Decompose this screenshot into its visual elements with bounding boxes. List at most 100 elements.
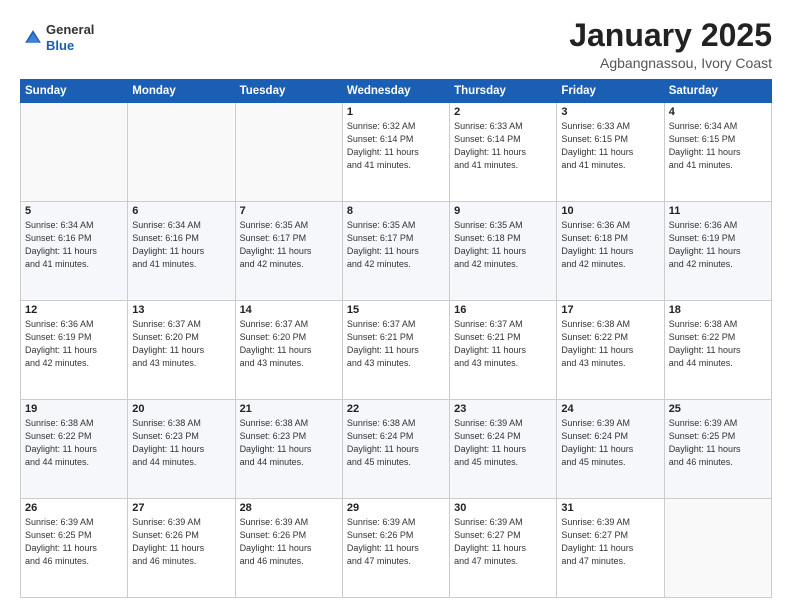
location-subtitle: Agbangnassou, Ivory Coast [569, 55, 772, 71]
day-info: Sunrise: 6:33 AMSunset: 6:14 PMDaylight:… [454, 120, 552, 172]
col-header-saturday: Saturday [664, 80, 771, 103]
day-number: 17 [561, 304, 659, 316]
day-number: 6 [132, 205, 230, 217]
calendar-week-row: 5Sunrise: 6:34 AMSunset: 6:16 PMDaylight… [21, 202, 772, 301]
day-number: 31 [561, 502, 659, 514]
day-info: Sunrise: 6:38 AMSunset: 6:24 PMDaylight:… [347, 417, 445, 469]
day-number: 12 [25, 304, 123, 316]
day-info: Sunrise: 6:37 AMSunset: 6:21 PMDaylight:… [347, 318, 445, 370]
day-info: Sunrise: 6:39 AMSunset: 6:26 PMDaylight:… [240, 516, 338, 568]
calendar-cell: 29Sunrise: 6:39 AMSunset: 6:26 PMDayligh… [342, 499, 449, 598]
day-number: 9 [454, 205, 552, 217]
day-number: 28 [240, 502, 338, 514]
calendar-cell: 31 Sunrise: 6:39 AMSunset: 6:27 PMDayligh… [557, 499, 664, 598]
day-number: 10 [561, 205, 659, 217]
day-number: 7 [240, 205, 338, 217]
calendar-cell: 3 Sunrise: 6:33 AMSunset: 6:15 PMDaylight… [557, 103, 664, 202]
day-number: 4 [669, 106, 767, 118]
day-number: 23 [454, 403, 552, 415]
day-number: 24 [561, 403, 659, 415]
col-header-wednesday: Wednesday [342, 80, 449, 103]
day-number: 15 [347, 304, 445, 316]
day-info: Sunrise: 6:39 AMSunset: 6:24 PMDaylight:… [454, 417, 552, 469]
calendar-cell: 20 Sunrise: 6:38 AMSunset: 6:23 PMDayligh… [128, 400, 235, 499]
calendar-cell: 13Sunrise: 6:37 AMSunset: 6:20 PMDayligh… [128, 301, 235, 400]
day-info: Sunrise: 6:39 AMSunset: 6:24 PMDaylight:… [561, 417, 659, 469]
day-info: Sunrise: 6:39 AMSunset: 6:25 PMDaylight:… [25, 516, 123, 568]
calendar-cell: 12 Sunrise: 6:36 AMSunset: 6:19 PMDayligh… [21, 301, 128, 400]
calendar-cell: 18 Sunrise: 6:38 AMSunset: 6:22 PMDayligh… [664, 301, 771, 400]
calendar-header-row: SundayMondayTuesdayWednesdayThursdayFrid… [21, 80, 772, 103]
calendar-cell: 15 Sunrise: 6:37 AMSunset: 6:21 PMDayligh… [342, 301, 449, 400]
day-info: Sunrise: 6:32 AMSunset: 6:14 PMDaylight:… [347, 120, 445, 172]
logo-line1: General [46, 22, 94, 38]
day-info: Sunrise: 6:38 AMSunset: 6:22 PMDaylight:… [25, 417, 123, 469]
day-info: Sunrise: 6:36 AMSunset: 6:19 PMDaylight:… [669, 219, 767, 271]
calendar-cell: 30 Sunrise: 6:39 AMSunset: 6:27 PMDayligh… [450, 499, 557, 598]
calendar-cell: 19Sunrise: 6:38 AMSunset: 6:22 PMDayligh… [21, 400, 128, 499]
calendar-cell: 10 Sunrise: 6:36 AMSunset: 6:18 PMDayligh… [557, 202, 664, 301]
calendar-cell: 17 Sunrise: 6:38 AMSunset: 6:22 PMDayligh… [557, 301, 664, 400]
calendar-week-row: 26 Sunrise: 6:39 AMSunset: 6:25 PMDayligh… [21, 499, 772, 598]
day-number: 22 [347, 403, 445, 415]
col-header-tuesday: Tuesday [235, 80, 342, 103]
calendar-cell [21, 103, 128, 202]
calendar-cell: 5Sunrise: 6:34 AMSunset: 6:16 PMDaylight… [21, 202, 128, 301]
day-number: 26 [25, 502, 123, 514]
calendar-cell: 1 Sunrise: 6:32 AMSunset: 6:14 PMDaylight… [342, 103, 449, 202]
day-info: Sunrise: 6:38 AMSunset: 6:23 PMDaylight:… [132, 417, 230, 469]
calendar-cell: 6 Sunrise: 6:34 AMSunset: 6:16 PMDaylight… [128, 202, 235, 301]
logo: General Blue [20, 22, 94, 53]
day-number: 18 [669, 304, 767, 316]
day-info: Sunrise: 6:34 AMSunset: 6:16 PMDaylight:… [25, 219, 123, 271]
day-info: Sunrise: 6:39 AMSunset: 6:25 PMDaylight:… [669, 417, 767, 469]
day-info: Sunrise: 6:39 AMSunset: 6:27 PMDaylight:… [454, 516, 552, 568]
day-number: 14 [240, 304, 338, 316]
day-number: 27 [132, 502, 230, 514]
month-title: January 2025 [569, 18, 772, 53]
calendar-cell: 24 Sunrise: 6:39 AMSunset: 6:24 PMDayligh… [557, 400, 664, 499]
day-info: Sunrise: 6:35 AMSunset: 6:18 PMDaylight:… [454, 219, 552, 271]
calendar-cell: 28 Sunrise: 6:39 AMSunset: 6:26 PMDayligh… [235, 499, 342, 598]
day-info: Sunrise: 6:39 AMSunset: 6:26 PMDaylight:… [132, 516, 230, 568]
day-number: 2 [454, 106, 552, 118]
col-header-friday: Friday [557, 80, 664, 103]
day-info: Sunrise: 6:38 AMSunset: 6:23 PMDaylight:… [240, 417, 338, 469]
col-header-thursday: Thursday [450, 80, 557, 103]
logo-icon [22, 27, 44, 49]
day-info: Sunrise: 6:39 AMSunset: 6:27 PMDaylight:… [561, 516, 659, 568]
day-number: 20 [132, 403, 230, 415]
page: General Blue January 2025 Agbangnassou, … [0, 0, 792, 612]
day-info: Sunrise: 6:33 AMSunset: 6:15 PMDaylight:… [561, 120, 659, 172]
calendar-cell: 23 Sunrise: 6:39 AMSunset: 6:24 PMDayligh… [450, 400, 557, 499]
day-number: 25 [669, 403, 767, 415]
day-info: Sunrise: 6:34 AMSunset: 6:16 PMDaylight:… [132, 219, 230, 271]
day-number: 1 [347, 106, 445, 118]
calendar-cell: 25 Sunrise: 6:39 AMSunset: 6:25 PMDayligh… [664, 400, 771, 499]
calendar-cell: 21Sunrise: 6:38 AMSunset: 6:23 PMDayligh… [235, 400, 342, 499]
calendar-week-row: 19Sunrise: 6:38 AMSunset: 6:22 PMDayligh… [21, 400, 772, 499]
calendar-table: SundayMondayTuesdayWednesdayThursdayFrid… [20, 79, 772, 598]
day-number: 30 [454, 502, 552, 514]
calendar-cell: 4Sunrise: 6:34 AMSunset: 6:15 PMDaylight… [664, 103, 771, 202]
day-number: 16 [454, 304, 552, 316]
calendar-cell: 7Sunrise: 6:35 AMSunset: 6:17 PMDaylight… [235, 202, 342, 301]
calendar-cell: 22 Sunrise: 6:38 AMSunset: 6:24 PMDayligh… [342, 400, 449, 499]
calendar-cell: 2 Sunrise: 6:33 AMSunset: 6:14 PMDaylight… [450, 103, 557, 202]
calendar-cell: 26 Sunrise: 6:39 AMSunset: 6:25 PMDayligh… [21, 499, 128, 598]
header: General Blue January 2025 Agbangnassou, … [20, 18, 772, 71]
calendar-cell [235, 103, 342, 202]
day-info: Sunrise: 6:36 AMSunset: 6:18 PMDaylight:… [561, 219, 659, 271]
logo-line2: Blue [46, 38, 94, 54]
day-info: Sunrise: 6:37 AMSunset: 6:21 PMDaylight:… [454, 318, 552, 370]
title-block: January 2025 Agbangnassou, Ivory Coast [569, 18, 772, 71]
day-number: 13 [132, 304, 230, 316]
day-info: Sunrise: 6:36 AMSunset: 6:19 PMDaylight:… [25, 318, 123, 370]
day-info: Sunrise: 6:38 AMSunset: 6:22 PMDaylight:… [561, 318, 659, 370]
day-number: 3 [561, 106, 659, 118]
day-info: Sunrise: 6:38 AMSunset: 6:22 PMDaylight:… [669, 318, 767, 370]
calendar-week-row: 1 Sunrise: 6:32 AMSunset: 6:14 PMDaylight… [21, 103, 772, 202]
day-info: Sunrise: 6:35 AMSunset: 6:17 PMDaylight:… [347, 219, 445, 271]
col-header-sunday: Sunday [21, 80, 128, 103]
calendar-cell: 27 Sunrise: 6:39 AMSunset: 6:26 PMDayligh… [128, 499, 235, 598]
